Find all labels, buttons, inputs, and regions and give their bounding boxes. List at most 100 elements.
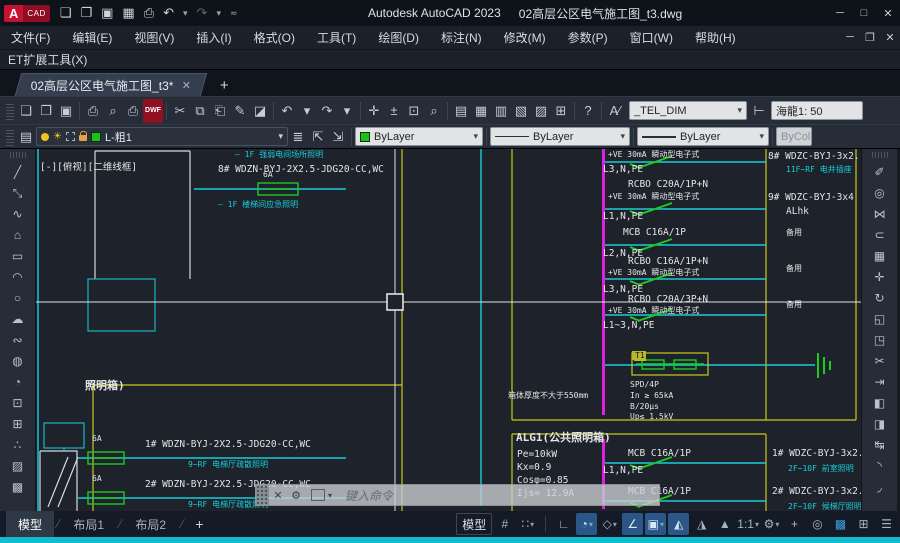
- text-style-icon[interactable]: A⁄: [605, 101, 625, 121]
- block-editor-icon[interactable]: ◪: [250, 101, 270, 121]
- file-tab-active[interactable]: 02高层公区电气施工图_t3* ✕: [15, 73, 208, 96]
- minimize-icon[interactable]: ─: [828, 7, 852, 20]
- scale-icon[interactable]: ◱: [868, 311, 892, 328]
- saveas-icon[interactable]: ▦: [122, 5, 134, 21]
- designcenter-icon[interactable]: ▥: [491, 101, 511, 121]
- model-space-button[interactable]: 模型: [456, 513, 492, 535]
- blend-curves-icon[interactable]: ◞: [868, 479, 892, 496]
- match-properties-icon[interactable]: ✎: [230, 101, 250, 121]
- open-icon[interactable]: ❐: [36, 101, 56, 121]
- graphics-performance-icon[interactable]: ▩: [830, 513, 851, 535]
- otrack-icon[interactable]: ∠: [622, 513, 643, 535]
- command-bar-drag-handle[interactable]: [256, 485, 269, 505]
- extend-icon[interactable]: ⇥: [868, 374, 892, 391]
- erase-icon[interactable]: ✐: [868, 164, 892, 181]
- text-style-combo[interactable]: _TEL_DIM ▾: [629, 101, 747, 120]
- menu-E[interactable]: 编辑(E): [61, 26, 123, 49]
- trim-icon[interactable]: ✂: [868, 353, 892, 370]
- properties-icon[interactable]: ▦: [471, 101, 491, 121]
- mdi-minimize-icon[interactable]: ─: [840, 31, 860, 44]
- menu-P[interactable]: 参数(P): [557, 26, 619, 49]
- menu-V[interactable]: 视图(V): [123, 26, 185, 49]
- redo-icon[interactable]: ↷: [197, 5, 208, 21]
- menu-N[interactable]: 标注(N): [430, 26, 493, 49]
- chevron-down-icon[interactable]: ▾: [325, 491, 335, 500]
- menu-T[interactable]: 工具(T): [306, 26, 367, 49]
- gradient-icon[interactable]: ▩: [6, 479, 30, 496]
- isolate-objects-icon[interactable]: ◎: [807, 513, 828, 535]
- dim-update-icon[interactable]: ⊢: [749, 101, 769, 121]
- copy-icon[interactable]: ◎: [868, 185, 892, 202]
- layer-on-bulb-icon[interactable]: [41, 133, 49, 141]
- qnew-icon[interactable]: ❏: [16, 101, 36, 121]
- grid-icon[interactable]: #: [494, 513, 515, 535]
- circle-icon[interactable]: ○: [6, 290, 30, 307]
- layer-thaw-sun-icon[interactable]: ☀: [53, 131, 62, 142]
- menu-I[interactable]: 插入(I): [185, 26, 242, 49]
- undo-icon[interactable]: ↶: [163, 5, 174, 21]
- layer-combo[interactable]: ☀ L-粗1 ▾: [36, 127, 288, 146]
- revcloud-icon[interactable]: ☁: [6, 311, 30, 328]
- polygon-icon[interactable]: ⌂: [6, 227, 30, 244]
- rectangle-icon[interactable]: ▭: [6, 248, 30, 265]
- crosshair-plus-icon[interactable]: +: [784, 513, 805, 535]
- sheet-set-icon[interactable]: ▨: [531, 101, 551, 121]
- polyline-icon[interactable]: ∿: [6, 206, 30, 223]
- move-icon[interactable]: ✛: [868, 269, 892, 286]
- fillet-icon[interactable]: ◝: [868, 458, 892, 475]
- layout-tab-布局1[interactable]: 布局1: [61, 511, 116, 537]
- undo-icon[interactable]: ↶: [277, 101, 297, 121]
- clean-screen-icon[interactable]: ⊞: [853, 513, 874, 535]
- qsave-icon[interactable]: ▣: [101, 5, 113, 21]
- wrench-icon[interactable]: ⚙: [287, 489, 305, 502]
- plot-icon[interactable]: ⎙: [83, 101, 103, 121]
- redo-caret[interactable]: ▾: [337, 101, 357, 121]
- hatch-icon[interactable]: ▨: [6, 458, 30, 475]
- stretch-icon[interactable]: ◳: [868, 332, 892, 349]
- insert-block-icon[interactable]: ⊡: [6, 395, 30, 412]
- quickcalc-icon[interactable]: ⊞: [551, 101, 571, 121]
- menu-H[interactable]: 帮助(H): [684, 26, 747, 49]
- menu-et-tools[interactable]: ET扩展工具(X): [8, 51, 87, 68]
- zoom-realtime-icon[interactable]: ±: [384, 101, 404, 121]
- new-layout-button[interactable]: +: [185, 516, 213, 532]
- polar-tracking-icon[interactable]: ◔▾: [576, 513, 597, 535]
- close-icon[interactable]: ✕: [269, 489, 287, 502]
- lineweight-combo[interactable]: ByLayer ▾: [637, 127, 769, 146]
- zoom-previous-icon[interactable]: ⌕: [424, 101, 444, 121]
- layer-properties-icon[interactable]: ▤: [16, 127, 36, 147]
- copy-icon[interactable]: ⧉: [190, 101, 210, 121]
- autoscale-icon[interactable]: ◮: [691, 513, 712, 535]
- layer-viewport-freeze-icon[interactable]: [66, 132, 75, 141]
- undo-caret[interactable]: ▾: [183, 8, 188, 19]
- open-icon[interactable]: ❐: [80, 5, 92, 21]
- menu-O[interactable]: 格式(O): [243, 26, 306, 49]
- layer-states-icon[interactable]: ≣: [288, 127, 308, 147]
- point-icon[interactable]: ∴: [6, 437, 30, 454]
- linetype-combo[interactable]: ByLayer ▾: [490, 127, 630, 146]
- mirror-icon[interactable]: ⋈: [868, 206, 892, 223]
- rotate-icon[interactable]: ↻: [868, 290, 892, 307]
- arc-icon[interactable]: ◠: [6, 269, 30, 286]
- annotation-visibility-icon[interactable]: ◭: [668, 513, 689, 535]
- help-icon[interactable]: ?: [578, 101, 598, 121]
- menu-F[interactable]: 文件(F): [0, 26, 61, 49]
- ellipse-arc-icon[interactable]: ◔: [6, 374, 30, 391]
- menu-D[interactable]: 绘图(D): [367, 26, 430, 49]
- snap-icon[interactable]: ∷▾: [517, 513, 538, 535]
- menu-M[interactable]: 修改(M): [493, 26, 557, 49]
- spline-icon[interactable]: ∾: [6, 332, 30, 349]
- isodraft-icon[interactable]: ◇▾: [599, 513, 620, 535]
- close-icon[interactable]: ✕: [876, 7, 900, 20]
- publish-icon[interactable]: ⎙: [123, 101, 143, 121]
- break-at-point-icon[interactable]: ◧: [868, 395, 892, 412]
- ortho-icon[interactable]: ∟: [553, 513, 574, 535]
- plot-icon[interactable]: ⎙: [144, 5, 154, 21]
- layer-previous-icon[interactable]: ⇲: [328, 127, 348, 147]
- quick-view-icon[interactable]: ▤: [451, 101, 471, 121]
- qsave-icon[interactable]: ▣: [56, 101, 76, 121]
- qat-customize-caret[interactable]: ≂: [230, 8, 238, 19]
- recent-commands-icon[interactable]: [311, 489, 325, 501]
- color-combo[interactable]: ByLayer ▾: [355, 127, 483, 146]
- scale-value[interactable]: 1:1▾: [737, 513, 759, 535]
